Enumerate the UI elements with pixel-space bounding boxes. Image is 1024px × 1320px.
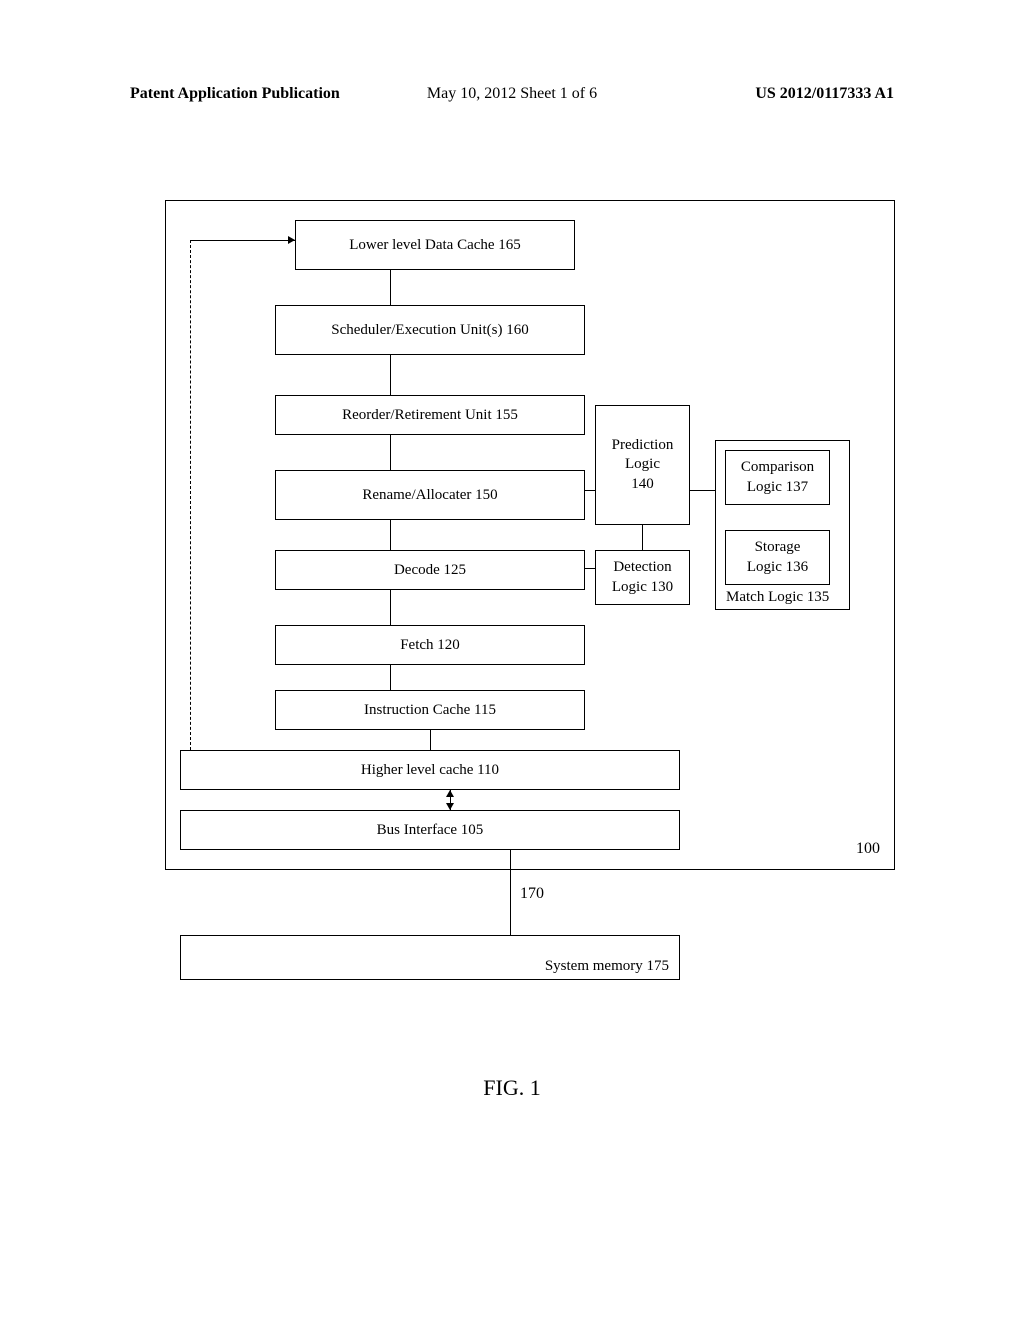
system-memory-label: System memory 175 [545,958,669,975]
header-publication: Patent Application Publication [130,85,340,103]
block-decode: Decode 125 [275,550,585,590]
header-pub-number: US 2012/0117333 A1 [755,85,894,103]
prediction-logic-label-1: Prediction [612,436,674,456]
arrow-right-icon [288,236,295,244]
block-scheduler-execution: Scheduler/Execution Unit(s) 160 [275,305,585,355]
block-storage-logic: Storage Logic 136 [725,530,830,585]
storage-logic-label-1: Storage [755,538,801,558]
detection-logic-label-2: Logic 130 [612,578,673,598]
page-header: Patent Application Publication May 10, 2… [0,85,1024,103]
block-lower-level-data-cache: Lower level Data Cache 165 [295,220,575,270]
connector-line [390,665,391,690]
block-rename-allocater: Rename/Allocater 150 [275,470,585,520]
block-fetch: Fetch 120 [275,625,585,665]
connector-line [585,568,595,569]
header-date-sheet: May 10, 2012 Sheet 1 of 6 [427,85,597,103]
match-logic-label: Match Logic 135 [726,589,829,606]
comparison-logic-label-1: Comparison [741,458,814,478]
connector-line [390,590,391,625]
arrow-down-icon [446,803,454,810]
block-detection-logic: Detection Logic 130 [595,550,690,605]
block-reorder-retirement: Reorder/Retirement Unit 155 [275,395,585,435]
block-instruction-cache: Instruction Cache 115 [275,690,585,730]
prediction-logic-label-2: Logic [625,455,660,475]
prediction-logic-label-3: 140 [631,475,654,495]
connector-line [690,490,715,491]
block-higher-level-cache: Higher level cache 110 [180,750,680,790]
diagram-figure-1: Lower level Data Cache 165 Scheduler/Exe… [165,200,895,1000]
block-system-memory: System memory 175 [180,935,680,980]
block-prediction-logic: Prediction Logic 140 [595,405,690,525]
figure-caption: FIG. 1 [0,1075,1024,1101]
block-bus-interface: Bus Interface 105 [180,810,680,850]
comparison-logic-label-2: Logic 137 [747,478,808,498]
connector-line [642,525,643,550]
connector-line [390,435,391,470]
detection-logic-label-1: Detection [613,558,671,578]
connector-line [390,355,391,395]
block-comparison-logic: Comparison Logic 137 [725,450,830,505]
label-170: 170 [520,885,544,903]
connector-line [510,850,511,935]
connector-line [585,490,595,491]
label-100: 100 [856,840,880,858]
connector-line [390,270,391,305]
arrow-up-icon [446,790,454,797]
connector-line [390,520,391,550]
connector-line [190,240,191,750]
connector-line [430,730,431,750]
connector-line [190,240,295,241]
storage-logic-label-2: Logic 136 [747,558,808,578]
